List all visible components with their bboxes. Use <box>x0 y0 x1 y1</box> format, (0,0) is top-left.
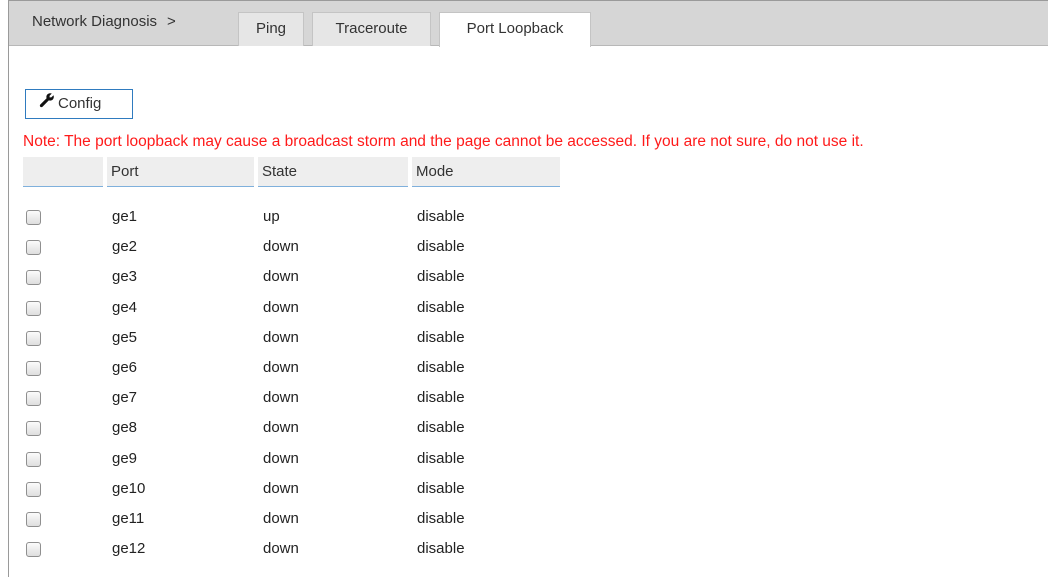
table-row[interactable]: ge6 down disable <box>23 356 560 386</box>
table-header: Port State Mode <box>23 157 560 189</box>
table-row[interactable]: ge12 down disable <box>23 537 560 567</box>
port-cell: ge5 <box>112 328 138 346</box>
mode-cell: disable <box>417 298 465 316</box>
tab-ping[interactable]: Ping <box>238 12 304 46</box>
tab-label: Traceroute <box>335 20 408 37</box>
wrench-icon <box>39 90 56 118</box>
port-cell: ge12 <box>112 540 146 558</box>
config-button[interactable]: Config <box>25 89 133 119</box>
mode-cell: disable <box>417 359 465 376</box>
state-cell: down <box>263 238 299 256</box>
column-header-port: Port <box>107 157 254 187</box>
row-checkbox[interactable] <box>26 451 41 467</box>
breadcrumb: Network Diagnosis > <box>32 13 176 30</box>
port-cell: ge1 <box>112 208 138 225</box>
mode-cell: disable <box>417 389 465 407</box>
state-cell: down <box>263 298 299 316</box>
breadcrumb-label: Network Diagnosis <box>32 13 158 30</box>
table-row[interactable]: ge10 down disable <box>23 477 560 507</box>
table-row[interactable]: ge4 down disable <box>23 296 560 326</box>
row-checkbox[interactable] <box>26 330 41 346</box>
row-checkbox[interactable] <box>26 512 41 527</box>
row-checkbox[interactable] <box>26 421 41 437</box>
mode-cell: disable <box>417 419 465 437</box>
column-header-state: State <box>258 157 408 187</box>
table-row[interactable]: ge5 down disable <box>23 326 560 356</box>
mode-cell: disable <box>417 449 465 467</box>
state-cell: up <box>263 208 280 225</box>
state-cell: down <box>263 328 299 346</box>
state-cell: down <box>263 359 299 376</box>
table-row[interactable]: ge3 down disable <box>23 265 560 295</box>
mode-cell: disable <box>417 328 465 346</box>
row-checkbox[interactable] <box>26 391 41 407</box>
state-cell: down <box>263 449 299 467</box>
state-cell: down <box>263 479 299 497</box>
state-cell: down <box>263 510 299 527</box>
row-checkbox[interactable] <box>26 270 41 286</box>
row-checkbox[interactable] <box>26 210 41 225</box>
table-row[interactable]: ge11 down disable <box>23 507 560 537</box>
port-cell: ge3 <box>112 268 138 286</box>
row-checkbox[interactable] <box>26 542 41 558</box>
state-cell: down <box>263 540 299 558</box>
mode-cell: disable <box>417 238 465 256</box>
port-cell: ge9 <box>112 449 138 467</box>
breadcrumb-separator: > <box>167 13 176 30</box>
row-checkbox[interactable] <box>26 481 41 497</box>
port-cell: ge4 <box>112 298 138 316</box>
port-cell: ge2 <box>112 238 138 256</box>
checkbox-column-header <box>23 157 103 187</box>
tab-port-loopback[interactable]: Port Loopback <box>439 12 591 47</box>
table-row[interactable]: ge8 down disable <box>23 416 560 446</box>
mode-cell: disable <box>417 208 465 225</box>
table-row[interactable]: ge7 down disable <box>23 386 560 416</box>
mode-cell: disable <box>417 540 465 558</box>
row-checkbox[interactable] <box>26 240 41 256</box>
row-checkbox[interactable] <box>26 361 41 376</box>
port-cell: ge7 <box>112 389 138 407</box>
tab-traceroute[interactable]: Traceroute <box>312 12 431 46</box>
state-cell: down <box>263 389 299 407</box>
table-row[interactable]: ge2 down disable <box>23 235 560 265</box>
mode-cell: disable <box>417 510 465 527</box>
state-cell: down <box>263 268 299 286</box>
mode-cell: disable <box>417 479 465 497</box>
port-cell: ge6 <box>112 359 138 376</box>
warning-note: Note: The port loopback may cause a broa… <box>23 133 864 150</box>
mode-cell: disable <box>417 268 465 286</box>
table-row[interactable]: ge1 up disable <box>23 205 560 235</box>
row-checkbox[interactable] <box>26 300 41 316</box>
tab-label: Port Loopback <box>466 20 564 37</box>
config-button-label: Config <box>58 95 102 112</box>
port-cell: ge10 <box>112 479 146 497</box>
table-row[interactable]: ge9 down disable <box>23 447 560 477</box>
port-cell: ge11 <box>112 510 145 527</box>
column-header-mode: Mode <box>412 157 560 187</box>
page-frame: Network Diagnosis > Ping Traceroute Port … <box>8 0 1048 577</box>
port-cell: ge8 <box>112 419 138 437</box>
state-cell: down <box>263 419 299 437</box>
tab-bar: Network Diagnosis > Ping Traceroute Port … <box>9 1 1048 47</box>
tab-label: Ping <box>255 20 287 37</box>
